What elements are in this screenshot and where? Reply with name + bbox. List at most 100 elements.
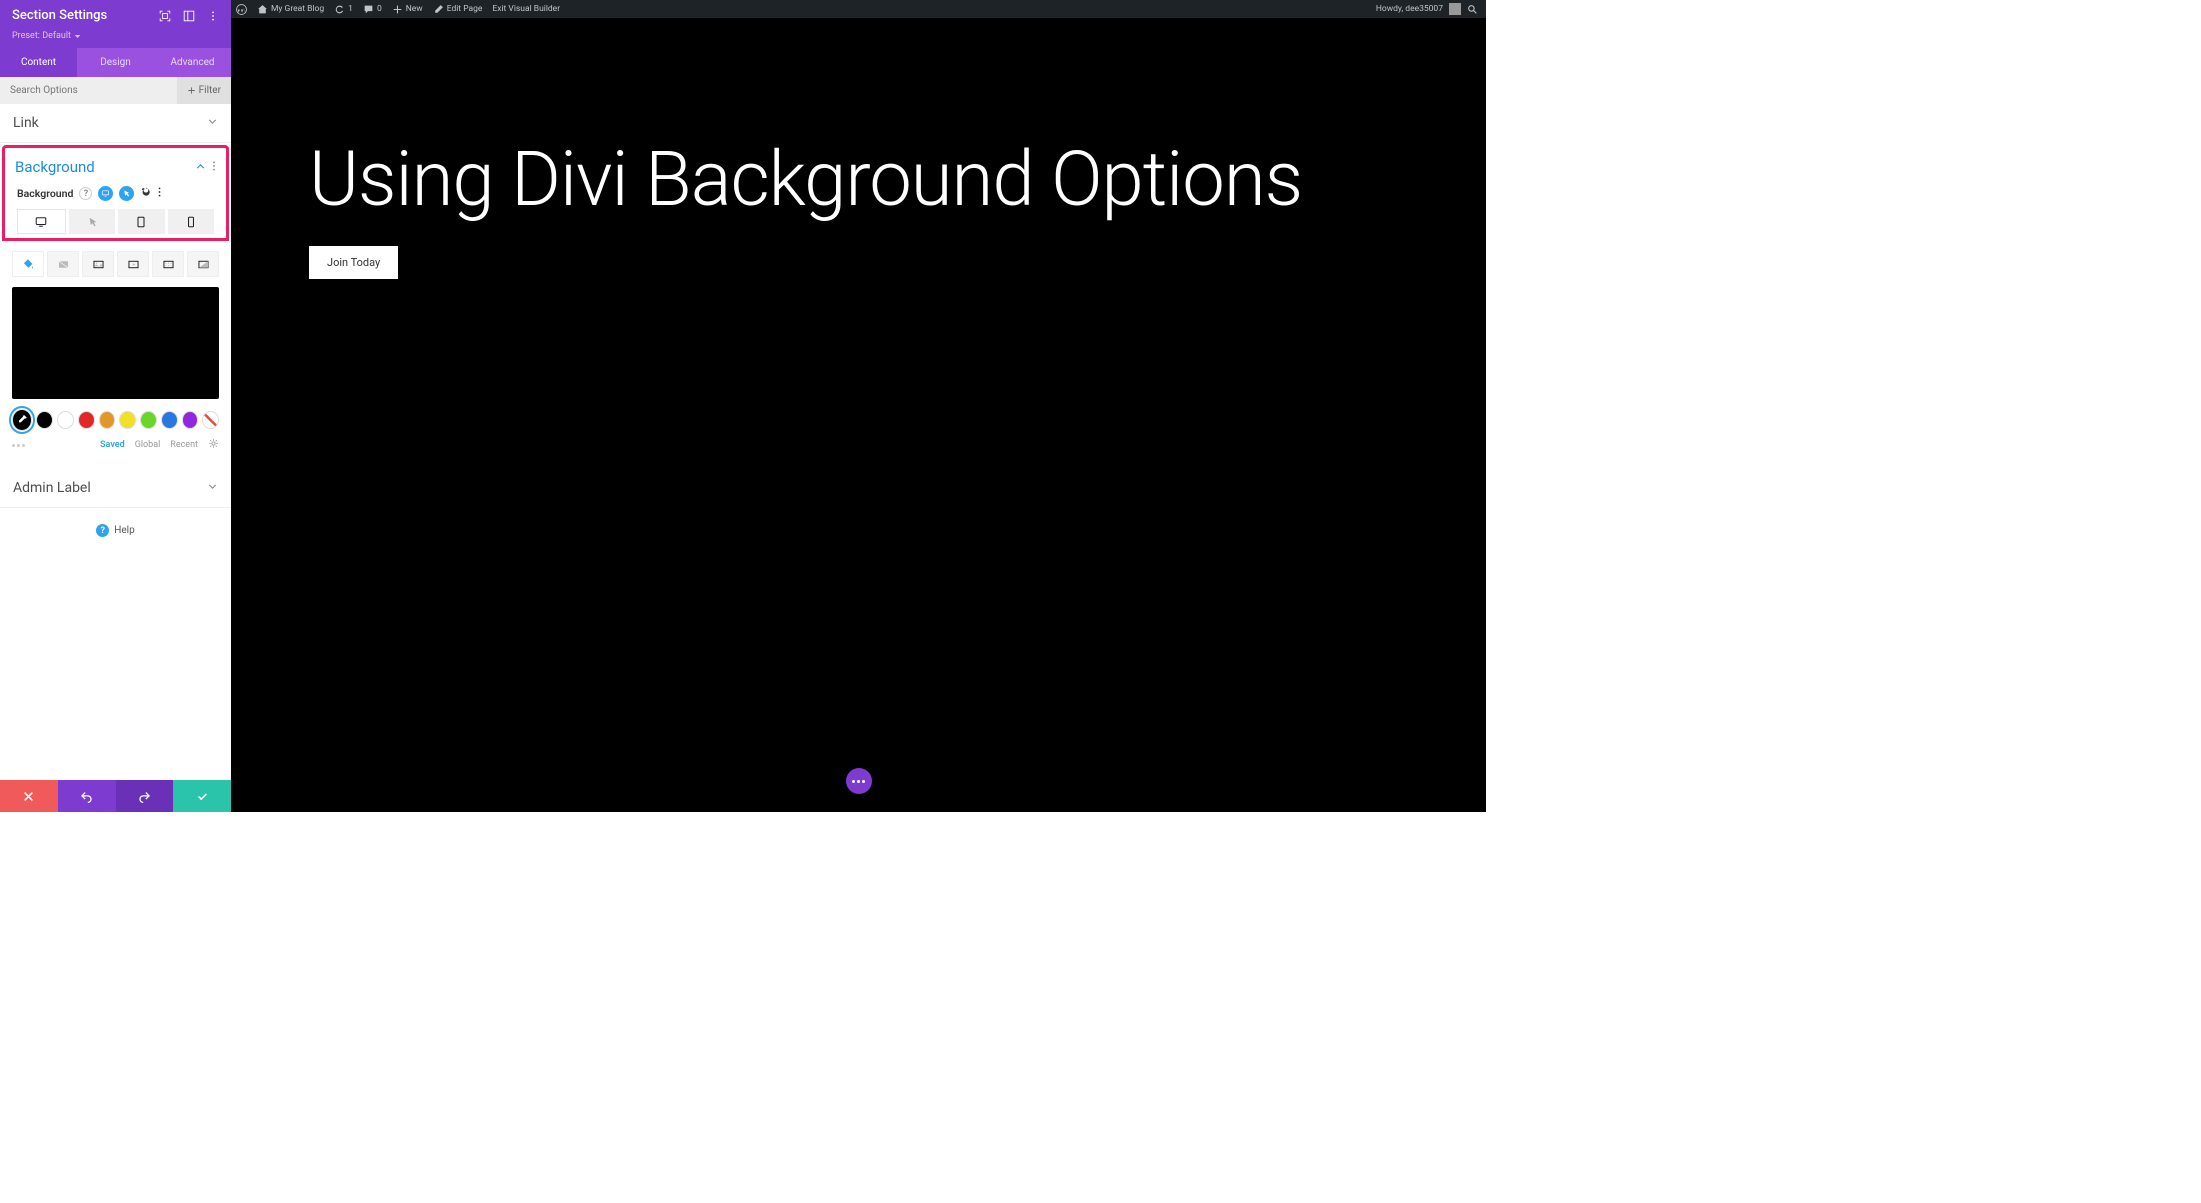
wordpress-icon — [236, 4, 247, 15]
dots-vertical-icon[interactable] — [158, 186, 161, 198]
help-icon[interactable]: ? — [79, 187, 92, 200]
dots-vertical-icon[interactable] — [212, 160, 216, 172]
image-icon — [92, 258, 105, 271]
palette-tabs: Saved Global Recent — [0, 431, 231, 459]
bg-type-mask[interactable] — [187, 251, 219, 277]
builder-fab[interactable] — [846, 768, 872, 794]
device-desktop[interactable] — [17, 209, 66, 234]
paint-bucket-icon — [22, 258, 35, 271]
hero-section[interactable]: Using Divi Background Options Join Today — [309, 140, 1436, 279]
swatch-blue[interactable] — [161, 411, 178, 429]
settings-panel: Section Settings Preset: Default Content… — [0, 0, 231, 812]
admin-label-label: Admin Label — [13, 480, 91, 496]
updates[interactable]: 1 — [329, 0, 358, 18]
background-section-highlighted: Background Background ? — [2, 145, 229, 241]
search-row: Filter — [0, 77, 231, 104]
snap-icon[interactable] — [159, 10, 171, 22]
layout-icon[interactable] — [183, 10, 195, 22]
bg-type-color[interactable] — [12, 251, 44, 277]
wp-logo[interactable] — [231, 0, 252, 18]
device-tablet[interactable] — [118, 209, 165, 234]
updates-count: 1 — [348, 4, 353, 14]
accordion-link[interactable]: Link — [0, 104, 231, 143]
more-swatches-icon[interactable] — [12, 444, 32, 447]
undo-icon — [80, 790, 93, 803]
chevron-down-icon — [74, 33, 81, 40]
swatch-purple[interactable] — [182, 411, 199, 429]
dots-vertical-icon[interactable] — [207, 10, 219, 22]
swatch-row — [0, 409, 231, 431]
exit-visual-builder[interactable]: Exit Visual Builder — [487, 0, 565, 18]
home-icon — [257, 4, 268, 15]
exit-vb-label: Exit Visual Builder — [492, 4, 560, 14]
cta-button[interactable]: Join Today — [309, 246, 398, 279]
desktop-icon — [35, 216, 47, 228]
video-icon — [127, 258, 140, 271]
color-picker-button[interactable] — [12, 409, 32, 431]
tab-content[interactable]: Content — [0, 48, 77, 77]
help-link[interactable]: ? Help — [0, 508, 231, 555]
swatch-yellow[interactable] — [119, 411, 136, 429]
bg-type-video[interactable] — [117, 251, 149, 277]
palette-tab-saved[interactable]: Saved — [100, 440, 125, 450]
reset-icon[interactable] — [140, 186, 152, 201]
tablet-icon — [135, 216, 147, 228]
undo-button[interactable] — [58, 780, 116, 812]
swatch-black[interactable] — [36, 411, 53, 429]
howdy-label[interactable]: Howdy, dee35007 — [1376, 4, 1443, 14]
edit-page[interactable]: Edit Page — [428, 0, 488, 18]
tab-advanced[interactable]: Advanced — [154, 48, 231, 77]
palette-tab-recent[interactable]: Recent — [170, 440, 198, 450]
comments-count: 0 — [377, 4, 382, 14]
redo-button[interactable] — [116, 780, 174, 812]
panel-header: Section Settings — [0, 0, 231, 31]
avatar[interactable] — [1449, 3, 1461, 15]
search-icon[interactable] — [1467, 4, 1478, 15]
palette-settings[interactable] — [208, 438, 219, 452]
preset-label: Preset: Default — [12, 31, 71, 41]
wp-admin-bar: My Great Blog 1 0 New Edit Page Exit Vis… — [231, 0, 1486, 18]
preset-selector[interactable]: Preset: Default — [0, 31, 231, 48]
filter-label: Filter — [199, 85, 221, 96]
edit-page-label: Edit Page — [447, 4, 483, 14]
panel-tabs: Content Design Advanced — [0, 48, 231, 77]
device-hover[interactable] — [69, 209, 116, 234]
search-input[interactable] — [0, 77, 177, 104]
swatch-green[interactable] — [140, 411, 157, 429]
background-section-header[interactable]: Background — [5, 148, 226, 182]
palette-tab-global[interactable]: Global — [135, 440, 161, 450]
save-button[interactable] — [173, 780, 231, 812]
comments[interactable]: 0 — [358, 0, 387, 18]
background-field-label: Background — [17, 187, 73, 200]
desktop-pill-icon[interactable] — [98, 186, 113, 201]
color-preview[interactable] — [12, 287, 219, 399]
redo-icon — [138, 790, 151, 803]
link-label: Link — [13, 115, 39, 131]
filter-button[interactable]: Filter — [177, 77, 231, 104]
comment-icon — [363, 4, 374, 15]
device-phone[interactable] — [168, 209, 215, 234]
cursor-icon — [86, 216, 98, 228]
new-content[interactable]: New — [387, 0, 428, 18]
bg-type-gradient[interactable] — [47, 251, 79, 277]
swatch-orange[interactable] — [99, 411, 116, 429]
bg-type-pattern[interactable] — [152, 251, 184, 277]
chevron-down-icon — [207, 116, 218, 127]
swatch-red[interactable] — [78, 411, 95, 429]
swatch-none[interactable] — [202, 411, 219, 429]
tab-design[interactable]: Design — [77, 48, 154, 77]
hover-pill-icon[interactable] — [119, 186, 134, 201]
responsive-device-row — [5, 209, 226, 234]
site-name[interactable]: My Great Blog — [252, 0, 329, 18]
accordion-admin-label[interactable]: Admin Label — [0, 469, 231, 508]
plus-icon — [187, 86, 196, 95]
chevron-up-icon — [195, 161, 206, 172]
pencil-icon — [433, 4, 444, 15]
gear-icon — [208, 438, 219, 449]
background-title: Background — [15, 158, 95, 176]
page-preview: Using Divi Background Options Join Today — [231, 18, 1486, 812]
swatch-white[interactable] — [57, 411, 74, 429]
cancel-button[interactable] — [0, 780, 58, 812]
pattern-icon — [162, 258, 175, 271]
bg-type-image[interactable] — [82, 251, 114, 277]
